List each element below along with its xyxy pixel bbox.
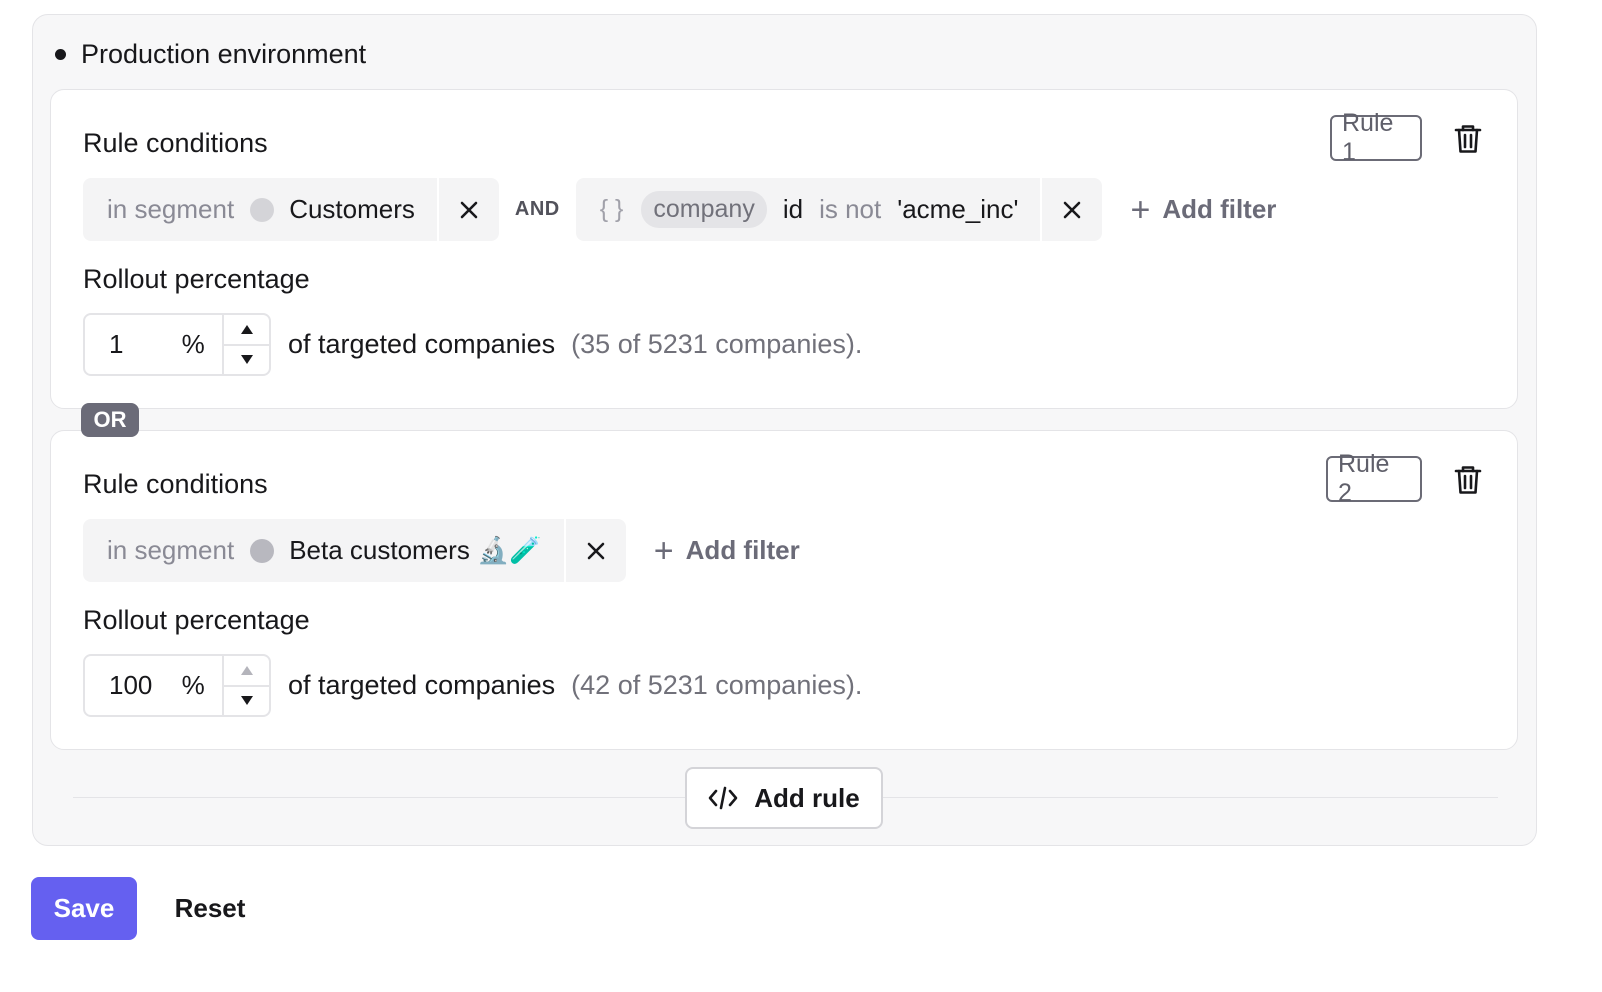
percentage-stepper[interactable]: [222, 656, 269, 715]
rule-conditions-title: Rule conditions: [83, 127, 268, 158]
rule-conditions-title: Rule conditions: [83, 468, 268, 499]
delete-rule-button[interactable]: [1451, 463, 1485, 497]
segment-filter-chip[interactable]: in segment Customers: [83, 178, 499, 241]
environment-dot-icon: [55, 48, 66, 60]
reset-button[interactable]: Reset: [160, 877, 260, 940]
rollout-count: (42 of 5231 companies).: [571, 670, 863, 700]
entity-pill: company: [641, 191, 767, 228]
add-filter-button[interactable]: + Add filter: [1130, 193, 1276, 227]
segment-filter-chip[interactable]: in segment Beta customers 🔬🧪: [83, 519, 626, 582]
add-rule-button[interactable]: Add rule: [685, 767, 883, 829]
rule-filters: in segment Beta customers 🔬🧪 + Add filte…: [83, 519, 800, 582]
rule-card-2: Rule conditions Rule 2 in segment Beta c…: [50, 430, 1518, 750]
environment-panel: Production environment Rule conditions R…: [32, 14, 1537, 846]
rule-card-1: Rule conditions Rule 1 in segment Custom…: [50, 89, 1518, 409]
remove-filter-button[interactable]: [1040, 178, 1102, 241]
segment-dot-icon: [250, 538, 275, 563]
remove-filter-button[interactable]: [563, 519, 626, 582]
rollout-row: 100 % of targeted companies (42 of 5231 …: [83, 654, 862, 717]
arrow-up-icon: [240, 665, 253, 675]
code-icon: [708, 786, 738, 810]
plus-icon: +: [653, 531, 674, 570]
arrow-up-icon: [240, 324, 253, 334]
or-badge: OR: [81, 403, 139, 437]
percentage-stepper[interactable]: [222, 315, 269, 374]
decrement-button[interactable]: [224, 343, 269, 375]
delete-rule-button[interactable]: [1451, 122, 1485, 156]
rollout-percentage-title: Rollout percentage: [83, 604, 310, 635]
save-button[interactable]: Save: [31, 877, 137, 940]
rollout-description: of targeted companies: [288, 329, 556, 359]
arrow-down-icon: [240, 355, 253, 365]
close-icon: [1064, 201, 1081, 218]
plus-icon: +: [1130, 190, 1151, 229]
segment-name: Beta customers 🔬🧪: [289, 535, 542, 565]
rollout-percentage-value[interactable]: 1: [85, 315, 154, 374]
rule-filters: in segment Customers AND { } company id …: [83, 178, 1276, 241]
attribute-operator: is not: [819, 194, 882, 224]
braces-icon: { }: [599, 195, 624, 223]
decrement-button[interactable]: [224, 684, 269, 716]
add-rule-label: Add rule: [754, 782, 860, 813]
and-connector: AND: [514, 198, 560, 220]
rule-badge: Rule 1: [1330, 109, 1422, 166]
segment-filter-prefix: in segment: [107, 194, 235, 224]
rollout-description: of targeted companies: [288, 670, 556, 700]
rollout-percentage-title: Rollout percentage: [83, 263, 310, 294]
add-filter-label: Add filter: [1162, 194, 1277, 224]
trash-icon: [1454, 125, 1482, 153]
trash-icon: [1454, 466, 1482, 494]
rollout-percentage-value[interactable]: 100: [85, 656, 154, 715]
segment-filter-prefix: in segment: [107, 535, 235, 565]
environment-title-label: Production environment: [81, 38, 367, 69]
rollout-percentage-input[interactable]: 1 %: [83, 313, 271, 376]
attribute-value: 'acme_inc': [897, 194, 1019, 224]
increment-button[interactable]: [224, 656, 269, 685]
percent-unit: %: [181, 670, 205, 700]
add-filter-button[interactable]: + Add filter: [654, 534, 800, 568]
rollout-row: 1 % of targeted companies (35 of 5231 co…: [83, 313, 862, 376]
rule-badge: Rule 2: [1326, 450, 1422, 507]
rollout-percentage-input[interactable]: 100 %: [83, 654, 271, 717]
segment-dot-icon: [250, 197, 275, 222]
add-filter-label: Add filter: [685, 535, 800, 565]
rollout-count: (35 of 5231 companies).: [571, 329, 863, 359]
percent-unit: %: [181, 329, 205, 359]
attribute-field: id: [782, 194, 804, 224]
attribute-filter-chip[interactable]: { } company id is not 'acme_inc': [575, 178, 1103, 241]
arrow-down-icon: [240, 696, 253, 706]
close-icon: [587, 542, 605, 559]
increment-button[interactable]: [224, 315, 269, 344]
environment-title: Production environment: [55, 37, 366, 71]
segment-name: Customers: [289, 194, 415, 224]
remove-filter-button[interactable]: [436, 178, 499, 241]
close-icon: [460, 201, 478, 218]
